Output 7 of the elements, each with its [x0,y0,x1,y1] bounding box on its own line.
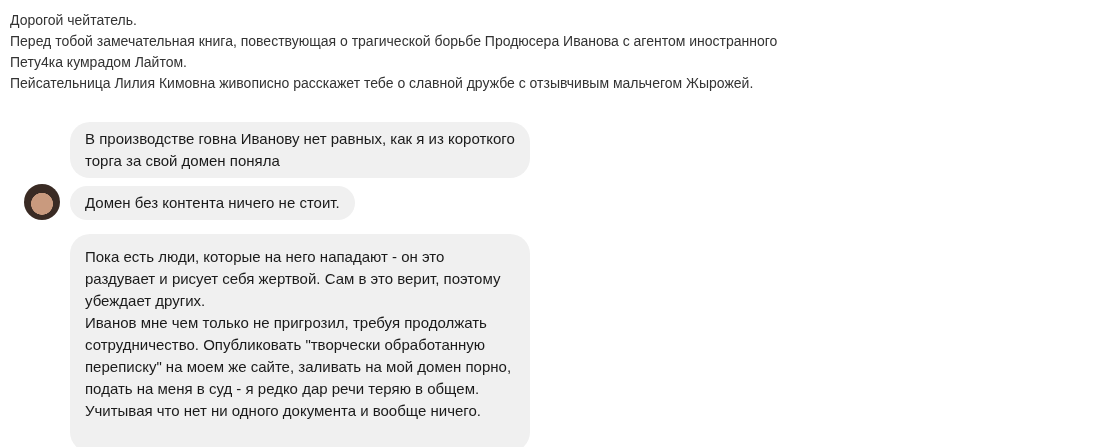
message-text: Домен без контента ничего не стоит. [85,193,340,213]
message-text: Пока есть люди, которые на него нападают - он это раздувает и рисует себя жертвой. Сам в это верит, поэтому убеждает других. [85,247,502,311]
message-text: В производстве говна Иванову нет равных, как я из короткого торга за свой домен поняла [85,129,515,171]
message-text: Иванов мне чем только не пригрозил, требуя продолжать сотрудничество. Опубликовать "творчески обработанную переписку" на моем же сайте, заливать на мой домен порно, подать на меня в суд - я редко дар речи теряю в общем. Учитывая что нет ни одного документа и вообще ничего. [85,313,513,421]
intro-text: Пейсательница Лилия Кимовна живописно расскажет тебе о славной дружбе с отзывчивым мальчегом Жырожей. [10,74,755,93]
intro-text: Перед тобой замечательная книга, повествующая о трагической борьбе Продюсера Иванова с агентом иностранного Пету4ка кумрадом Лайтом. [10,32,779,72]
intro-text: Дорогой чейтатель. [10,11,138,30]
